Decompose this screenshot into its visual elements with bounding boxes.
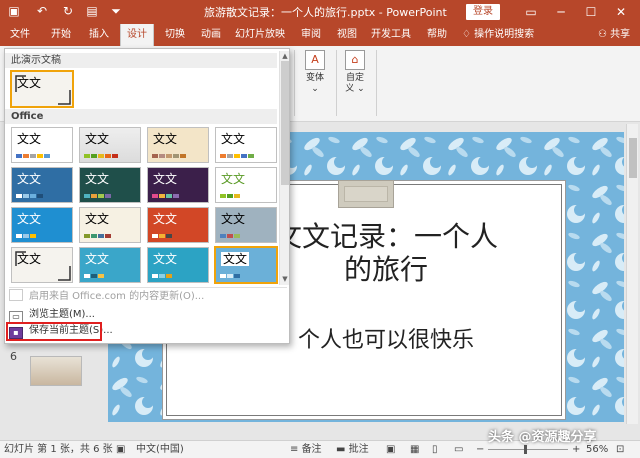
theme-frame[interactable]: 文文 [11,247,73,283]
tab-developer[interactable]: 开发工具 [368,24,414,46]
person-icon: ⚇ [598,29,611,40]
spelling-icon[interactable]: ▣ [116,442,125,458]
variants-button[interactable]: A 变体 ⌄ [298,50,332,95]
window-title: 旅游散文记录：一个人的旅行.pptx - PowerPoint [204,6,447,19]
section-header-office: Office [5,109,277,124]
theme-dark-teal[interactable]: 文文 [79,167,141,203]
gallery-scrollbar[interactable]: ▲ ▼ [279,51,289,285]
ribbon-separator [336,50,337,116]
language-indicator[interactable]: 中文(中国) [136,442,184,458]
menu-separator [9,287,287,288]
present-icon[interactable]: ▤ [84,3,100,19]
theme-current[interactable]: 文文 [10,70,74,108]
ribbon-separator [376,50,377,116]
frame-corner-icon [15,75,71,105]
theme-leaf-pattern-current[interactable]: 文文 [214,246,278,284]
theme-ion[interactable]: 文文 [215,127,277,163]
lightbulb-icon: ♢ [462,29,475,40]
ribbon-separator [294,50,295,116]
tab-help[interactable]: 帮助 [422,24,452,46]
title-bar: ▣ ↶ ↻ ▤ ⏷ 旅游散文记录：一个人的旅行.pptx - PowerPoin… [0,0,640,24]
variants-icon: A [305,50,325,70]
zoom-out-icon[interactable]: − [476,442,484,458]
theme-blue-pattern[interactable]: 文文 [11,167,73,203]
theme-orange[interactable]: 文文 [147,207,209,243]
tab-design[interactable]: 设计 [120,24,154,46]
slide-thumbnail[interactable] [30,356,82,386]
tab-home[interactable]: 开始 [46,24,76,46]
menu-browse-themes[interactable]: ▭ 浏览主题(M)... [9,307,95,323]
ribbon-display-icon[interactable]: ▭ [516,0,546,24]
normal-view-icon[interactable]: ▣ [386,442,395,458]
scroll-up-icon[interactable]: ▲ [280,52,290,60]
tab-transitions[interactable]: 切换 [160,24,190,46]
theme-aqua[interactable]: 文文 [79,247,141,283]
notes-icon: ≡ [290,444,302,455]
watermark: 头条 @资源趣分享 [488,430,597,445]
menu-enable-office-updates: 启用来自 Office.com 的内容更新(O)... [9,289,204,305]
theme-teal[interactable]: 文文 [147,247,209,283]
slide-number: 6 [10,350,17,363]
tell-me-search[interactable]: ♢ 操作说明搜索 [462,24,534,46]
slide-sorter-icon[interactable]: ▦ [410,442,419,458]
highlight-annotation [6,322,102,341]
theme-gray-blue[interactable]: 文文 [215,207,277,243]
frame-corner-icon [15,251,71,281]
ribbon-tabs: 文件 开始 插入 设计 切换 动画 幻灯片放映 审阅 视图 开发工具 帮助 ♢ … [0,24,640,46]
expand-arrow-icon: ⌄ [311,84,319,94]
comment-icon: ▬ [336,444,349,455]
login-button[interactable]: 登录 [466,4,500,20]
tab-review[interactable]: 审阅 [296,24,326,46]
expand-arrow-icon: ⌄ [354,84,365,94]
tab-slideshow[interactable]: 幻灯片放映 [232,24,288,46]
scroll-down-icon[interactable]: ▼ [280,275,290,283]
comments-button[interactable]: ▬ 批注 [336,442,369,458]
theme-office[interactable]: 文文 [11,127,73,163]
tab-view[interactable]: 视图 [332,24,362,46]
fit-slide-icon[interactable]: ⊡ [616,442,624,458]
scrollbar-thumb[interactable] [629,138,637,178]
tab-insert[interactable]: 插入 [84,24,114,46]
slide-counter: 幻灯片 第 1 张，共 6 张 [4,444,113,455]
customize-button[interactable]: ⌂ 自定义 ⌄ [338,50,372,95]
tab-file[interactable]: 文件 [6,24,34,46]
minimize-icon[interactable]: ─ [546,0,576,24]
theme-vintage[interactable]: 文文 [79,207,141,243]
save-icon[interactable]: ▣ [6,3,22,19]
close-icon[interactable]: ✕ [606,0,636,24]
theme-facet[interactable]: 文文 [79,127,141,163]
theme-green-swoosh[interactable]: 文文 [215,167,277,203]
slide-size-icon: ⌂ [345,50,365,70]
redo-icon[interactable]: ↻ [60,3,76,19]
section-header-this-presentation: 此演示文稿 [5,53,277,68]
tab-animations[interactable]: 动画 [196,24,226,46]
themes-gallery-dropdown: 此演示文稿 文文 Office 文文 文文 文文 文文 文文 文文 文文 文文 … [4,48,290,344]
gallery-scrollbar-thumb[interactable] [281,61,289,185]
slideshow-view-icon[interactable]: ▭ [454,442,463,458]
share-button[interactable]: ⚇ 共享 [598,24,630,46]
tape-decoration [338,180,394,208]
undo-icon[interactable]: ↶ [34,3,50,19]
theme-wood[interactable]: 文文 [147,127,209,163]
blank-icon [9,289,23,301]
reading-view-icon[interactable]: ▯ [432,442,438,458]
vertical-scrollbar[interactable] [626,124,638,424]
customize-icon[interactable]: ⏷ [108,3,124,19]
maximize-icon[interactable]: ☐ [576,0,606,24]
zoom-slider-thumb[interactable] [524,445,527,454]
theme-purple[interactable]: 文文 [147,167,209,203]
theme-blue[interactable]: 文文 [11,207,73,243]
notes-button[interactable]: ≡ 备注 [290,442,322,458]
